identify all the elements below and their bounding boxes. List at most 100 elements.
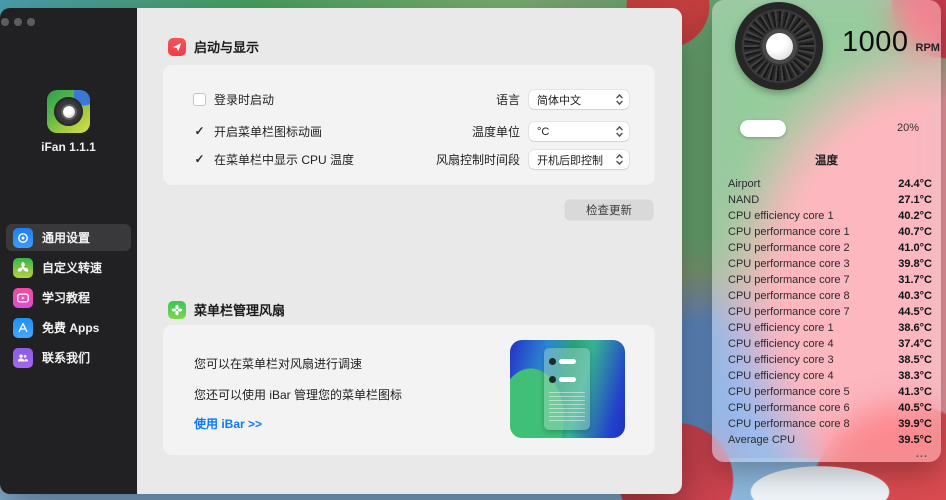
sensor-value: 41.0°C — [898, 242, 932, 254]
paper-plane-icon — [168, 38, 186, 56]
sensor-name: CPU efficiency core 4 — [728, 370, 834, 382]
sensor-value: 38.3°C — [898, 370, 932, 382]
sensor-value: 40.2°C — [898, 210, 932, 222]
rpm-value: 1000 — [842, 26, 909, 59]
temperature-row: CPU performance core 6 40.5°C — [712, 400, 941, 416]
chevron-up-down-icon — [614, 125, 625, 138]
desktop: iFan 1.1.1 通用设置 自定义转速 — [0, 0, 946, 500]
fan-status-panel: 1000 RPM 20% 温度 Airport 24.4°C NAND 27.1… — [712, 0, 941, 462]
more-menu-button[interactable]: ... — [916, 451, 928, 457]
temperature-row: NAND 27.1°C — [712, 192, 941, 208]
sidebar-item-free-apps[interactable]: 免费 Apps — [6, 314, 131, 341]
sensor-value: 40.3°C — [898, 290, 932, 302]
checkbox[interactable] — [193, 93, 206, 106]
checkbox-label: 开启菜单栏图标动画 — [214, 123, 322, 140]
sidebar-item-tutorial[interactable]: 学习教程 — [6, 284, 131, 311]
section-title: 启动与显示 — [194, 37, 259, 56]
fan-control-period-row: 风扇控制时间段 开机后即控制 — [436, 150, 629, 169]
sidebar-item-label: 免费 Apps — [42, 319, 99, 336]
section-startup-display: 启动与显示 — [168, 37, 259, 56]
temperature-row: CPU performance core 8 40.3°C — [712, 288, 941, 304]
launch-at-login-row[interactable]: 登录时启动 — [193, 91, 274, 107]
checkbox[interactable] — [193, 125, 206, 138]
temperature-row: CPU efficiency core 1 38.6°C — [712, 320, 941, 336]
fan-control-period-select[interactable]: 开机后即控制 — [529, 150, 629, 169]
dropdown-label: 风扇控制时间段 — [436, 151, 520, 168]
info-text: 您可以在菜单栏对风扇进行调速 — [194, 355, 362, 372]
fan-hub — [766, 33, 793, 60]
temperature-row: CPU performance core 2 41.0°C — [712, 240, 941, 256]
sensor-value: 38.5°C — [898, 354, 932, 366]
temperature-row: CPU performance core 1 40.7°C — [712, 224, 941, 240]
sensor-value: 44.5°C — [898, 306, 932, 318]
rpm-readout: 1000 RPM — [842, 26, 940, 59]
select-value: 开机后即控制 — [537, 152, 603, 168]
zoom-button[interactable] — [27, 18, 35, 26]
language-row: 语言 简体中文 — [496, 90, 629, 109]
sidebar-item-custom-speed[interactable]: 自定义转速 — [6, 254, 131, 281]
sensor-name: CPU performance core 6 — [728, 402, 850, 414]
close-button[interactable] — [1, 18, 9, 26]
ibar-link[interactable]: 使用 iBar >> — [194, 415, 262, 432]
sensor-name: Airport — [728, 178, 760, 190]
sensor-name: Average CPU — [728, 434, 795, 446]
sidebar: iFan 1.1.1 通用设置 自定义转速 — [0, 8, 137, 494]
temperature-row: Average CPU 39.5°C — [712, 432, 941, 448]
sensor-value: 38.6°C — [898, 322, 932, 334]
show-cpu-temp-row[interactable]: 在菜单栏中显示 CPU 温度 — [193, 151, 354, 167]
fan-icon — [168, 301, 186, 319]
settings-content: 启动与显示 登录时启动 开启菜单栏图标动画 在菜单栏中显示 CPU 温度 语言 — [137, 8, 682, 494]
select-value: °C — [537, 126, 549, 138]
ifan-settings-window: iFan 1.1.1 通用设置 自定义转速 — [0, 8, 682, 494]
fan-image — [735, 2, 823, 90]
app-icon — [47, 90, 90, 133]
language-select[interactable]: 简体中文 — [529, 90, 629, 109]
app-icon-fan — [54, 97, 83, 126]
check-update-button[interactable]: 检查更新 — [565, 200, 653, 220]
sensor-name: NAND — [728, 194, 759, 206]
menubar-animation-row[interactable]: 开启菜单栏图标动画 — [193, 123, 322, 139]
sensor-name: CPU performance core 7 — [728, 306, 850, 318]
sensor-name: CPU performance core 5 — [728, 386, 850, 398]
sensor-value: 27.1°C — [898, 194, 932, 206]
sensor-name: CPU efficiency core 3 — [728, 354, 834, 366]
temperature-row: CPU performance core 3 39.8°C — [712, 256, 941, 272]
rpm-unit-label: RPM — [916, 42, 940, 54]
info-text: 您还可以使用 iBar 管理您的菜单栏图标 — [194, 386, 402, 403]
app-version-label: iFan 1.1.1 — [0, 140, 137, 154]
fan-speed-percent: 20% — [897, 122, 919, 134]
temperature-row: CPU efficiency core 1 40.2°C — [712, 208, 941, 224]
sensor-name: CPU performance core 2 — [728, 242, 850, 254]
sidebar-item-contact-us[interactable]: 联系我们 — [6, 344, 131, 371]
preview-fan-icon — [549, 358, 556, 365]
gear-shutter-icon — [13, 228, 33, 248]
temp-unit-row: 温度单位 °C — [472, 122, 629, 141]
checkbox[interactable] — [193, 153, 206, 166]
temperature-row: CPU performance core 5 41.3°C — [712, 384, 941, 400]
sensor-name: CPU efficiency core 4 — [728, 338, 834, 350]
checkbox-label: 登录时启动 — [214, 91, 274, 108]
sensor-value: 39.9°C — [898, 418, 932, 430]
dropdown-label: 语言 — [496, 91, 520, 108]
preview-fan-row — [549, 358, 576, 365]
temperature-row: CPU efficiency core 4 37.4°C — [712, 336, 941, 352]
temperature-row: CPU performance core 7 44.5°C — [712, 304, 941, 320]
minimize-button[interactable] — [14, 18, 22, 26]
fan-speed-slider[interactable] — [740, 120, 786, 137]
preview-fan-row — [549, 376, 576, 383]
sidebar-item-label: 学习教程 — [42, 289, 90, 306]
sensor-value: 40.7°C — [898, 226, 932, 238]
sidebar-item-label: 自定义转速 — [42, 259, 102, 276]
menubar-fan-card: 您可以在菜单栏对风扇进行调速 您还可以使用 iBar 管理您的菜单栏图标 使用 … — [163, 325, 655, 455]
chevron-up-down-icon — [614, 153, 625, 166]
sensor-value: 40.5°C — [898, 402, 932, 414]
preview-slider — [559, 359, 576, 364]
menubar-preview-image — [510, 340, 625, 438]
preview-temp-list — [549, 392, 585, 424]
sidebar-item-label: 通用设置 — [42, 229, 90, 246]
sidebar-item-general-settings[interactable]: 通用设置 — [6, 224, 131, 251]
temp-unit-select[interactable]: °C — [529, 122, 629, 141]
sensor-value: 24.4°C — [898, 178, 932, 190]
sensor-value: 31.7°C — [898, 274, 932, 286]
sensor-name: CPU performance core 1 — [728, 226, 850, 238]
